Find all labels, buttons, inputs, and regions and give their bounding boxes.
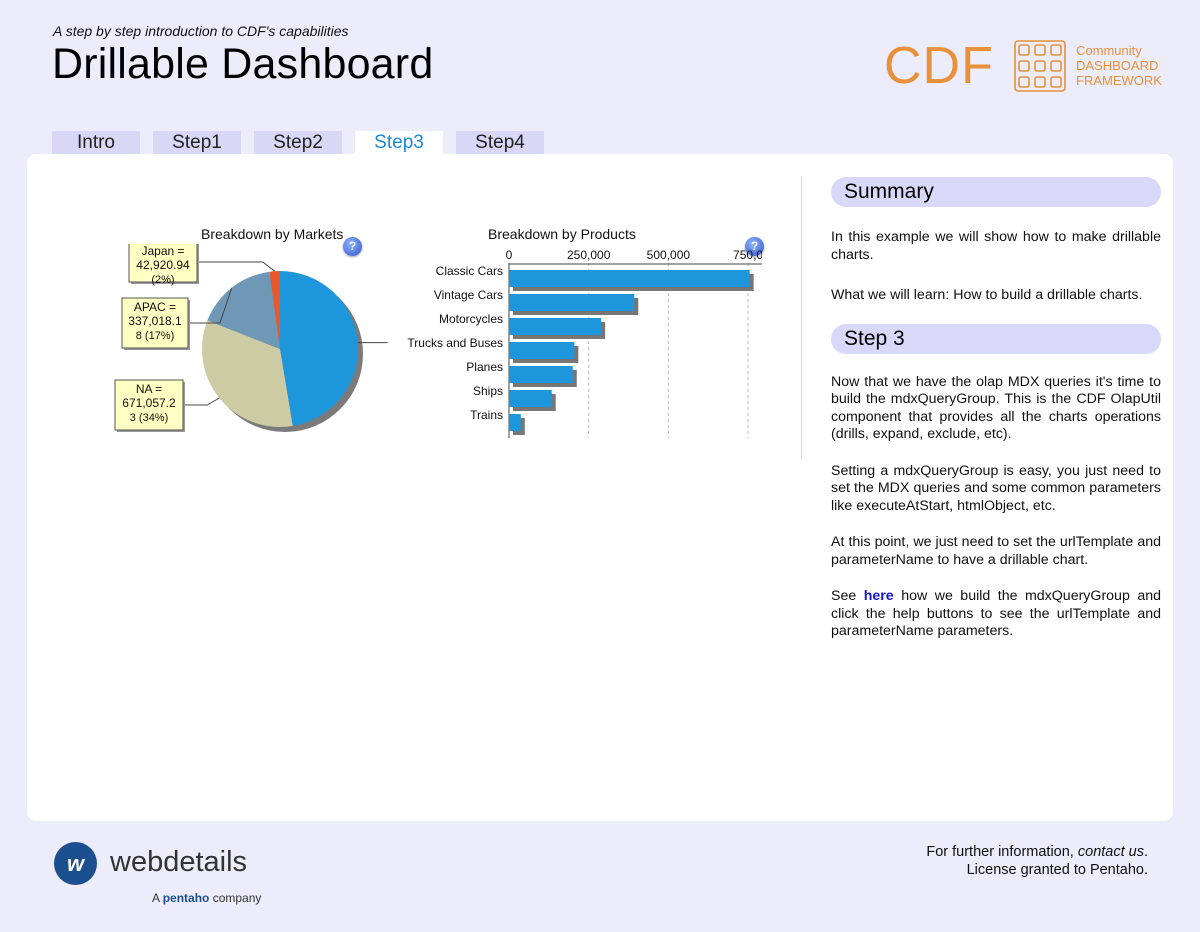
- step3-paragraph-3: At this point, we just need to set the u…: [831, 534, 1161, 568]
- bar-planes: [509, 366, 573, 383]
- pie-chart-title: Breakdown by Markets: [201, 226, 344, 242]
- bar-x-tick-label: 0: [506, 248, 513, 262]
- cdf-word-community: Community: [1076, 43, 1142, 58]
- bar-category-label: Motorcycles: [439, 312, 503, 326]
- summary-paragraph-2: What we will learn: How to build a drill…: [831, 287, 1143, 303]
- cdf-grid-icon: [1014, 40, 1066, 92]
- webdetails-name: webdetails: [110, 846, 248, 878]
- sidebar: Summary In this example we will show how…: [831, 177, 1161, 641]
- tab-step3[interactable]: Step3: [355, 131, 443, 154]
- webdetails-mark-icon: w: [54, 842, 97, 885]
- tab-intro[interactable]: Intro: [52, 131, 140, 154]
- pentaho-name: pentaho: [162, 891, 210, 905]
- pie-leader-na: [183, 397, 220, 406]
- license-text: License granted to Pentaho.: [966, 861, 1148, 878]
- cdf-logo-words: Community DASHBOARD FRAMEWORK: [1076, 43, 1162, 88]
- bar-x-tick-label: 500,000: [647, 248, 691, 262]
- bar-chart-title: Breakdown by Products: [488, 226, 636, 242]
- callout-text-na-1: 671,057.2: [122, 396, 176, 410]
- cdf-logo-mark: CDF: [884, 37, 994, 95]
- bar-ships: [509, 390, 552, 407]
- bar-category-label: Ships: [473, 384, 503, 398]
- vertical-divider: [801, 176, 802, 459]
- main-panel: Breakdown by Markets ? NA = 671,057.2 3 (3…: [27, 154, 1173, 821]
- footer-info: For further information, contact us. Lic…: [860, 844, 1148, 879]
- here-link[interactable]: here: [864, 588, 894, 604]
- pie-slice-emea: [280, 271, 359, 426]
- contact-us-link[interactable]: contact us: [1078, 844, 1144, 860]
- bar-trains: [509, 414, 521, 431]
- step-tabs: Intro Step1 Step2 Step3 Step4: [52, 131, 557, 154]
- bar-vintage-cars: [509, 294, 635, 311]
- bar-trucks-and-buses: [509, 342, 575, 359]
- step3-paragraph-4: See here how we build the mdxQueryGroup …: [831, 588, 1161, 641]
- tab-step2[interactable]: Step2: [254, 131, 342, 154]
- cdf-word-framework: FRAMEWORK: [1076, 73, 1162, 88]
- callout-text-apac-1: 337,018.1: [128, 314, 182, 328]
- bar-x-tick-label: 750,0: [733, 248, 762, 262]
- summary-paragraph-1: In this example we will show how to make…: [831, 229, 1161, 263]
- bar-category-label: Vintage Cars: [434, 288, 503, 302]
- bar-category-label: Classic Cars: [436, 264, 503, 278]
- callout-text-japan-2: (2%): [151, 274, 174, 286]
- step3-heading: Step 3: [831, 323, 1161, 354]
- callout-text-apac-0: APAC =: [134, 300, 176, 314]
- page-subtitle: A step by step introduction to CDF's cap…: [53, 23, 349, 39]
- cdf-word-dashboard: DASHBOARD: [1076, 58, 1159, 73]
- callout-text-japan-1: 42,920.94: [136, 258, 190, 272]
- footer-info-period: .: [1143, 844, 1148, 860]
- callout-text-na-0: NA =: [136, 382, 162, 396]
- bar-category-label: Trucks and Buses: [407, 336, 503, 350]
- see-text: See: [831, 588, 857, 604]
- bar-classic-cars: [509, 270, 750, 287]
- bar-category-label: Trains: [470, 408, 503, 422]
- tagline-suffix: company: [212, 891, 262, 905]
- tab-step4[interactable]: Step4: [456, 131, 544, 154]
- products-bar-chart[interactable]: 0 250,000 500,000 750,0 Classic Cars Vintage …: [382, 246, 762, 456]
- footer-info-line: For further information, contact us.: [860, 844, 1148, 862]
- bar-motorcycles: [509, 318, 602, 335]
- tagline-prefix: A: [152, 891, 160, 905]
- tab-step1[interactable]: Step1: [153, 131, 241, 154]
- bar-category-label: Planes: [466, 360, 503, 374]
- summary-heading: Summary: [831, 177, 1161, 207]
- callout-text-na-2: 3 (34%): [130, 412, 169, 424]
- bar-x-tick-label: 250,000: [567, 248, 611, 262]
- callout-text-apac-2: 8 (17%): [136, 330, 175, 342]
- page-title: Drillable Dashboard: [52, 40, 434, 88]
- step3-paragraph-1: Now that we have the olap MDX queries it…: [831, 373, 1161, 443]
- pie-leader-japan: [197, 261, 276, 272]
- footer-info-text: For further information,: [926, 844, 1074, 860]
- step3-paragraph-2: Setting a mdxQueryGroup is easy, you jus…: [831, 462, 1161, 514]
- markets-pie-chart[interactable]: NA =671,057.2 3 (34%) APAC =337,018.1 8 (17…: [77, 244, 407, 444]
- webdetails-tagline: A pentaho company: [152, 891, 261, 905]
- callout-text-japan-0: Japan =: [141, 244, 184, 258]
